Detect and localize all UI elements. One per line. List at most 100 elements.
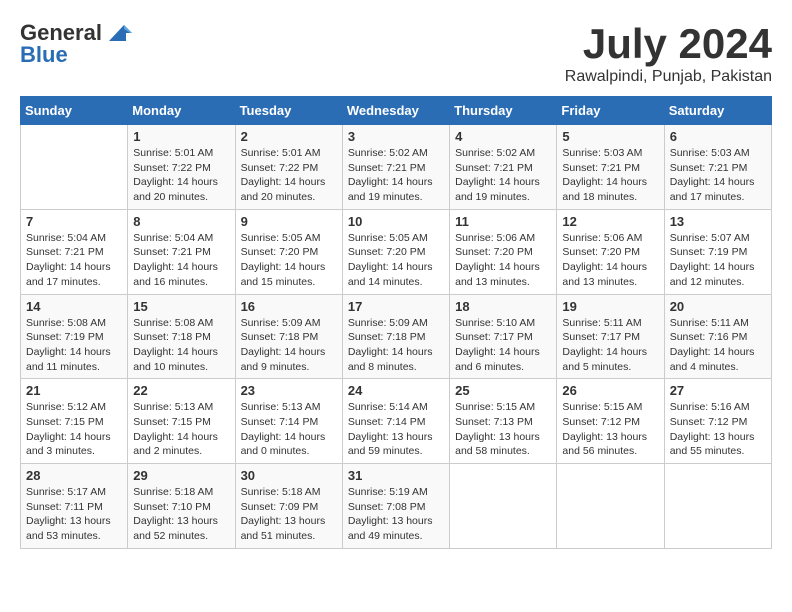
day-number: 13 bbox=[670, 214, 766, 229]
calendar-cell: 28 Sunrise: 5:17 AM Sunset: 7:11 PM Dayli… bbox=[21, 464, 128, 549]
day-info: Sunrise: 5:04 AM Sunset: 7:21 PM Dayligh… bbox=[26, 231, 122, 290]
day-number: 24 bbox=[348, 383, 444, 398]
day-info: Sunrise: 5:13 AM Sunset: 7:14 PM Dayligh… bbox=[241, 400, 337, 459]
day-info: Sunrise: 5:12 AM Sunset: 7:15 PM Dayligh… bbox=[26, 400, 122, 459]
day-info: Sunrise: 5:14 AM Sunset: 7:14 PM Dayligh… bbox=[348, 400, 444, 459]
month-title: July 2024 bbox=[565, 20, 772, 68]
calendar-cell: 19Sunrise: 5:11 AM Sunset: 7:17 PM Dayli… bbox=[557, 294, 664, 379]
day-info: Sunrise: 5:16 AM Sunset: 7:12 PM Dayligh… bbox=[670, 400, 766, 459]
calendar-cell: 5Sunrise: 5:03 AM Sunset: 7:21 PM Daylig… bbox=[557, 125, 664, 210]
logo-icon bbox=[104, 23, 134, 43]
day-info: Sunrise: 5:11 AM Sunset: 7:16 PM Dayligh… bbox=[670, 316, 766, 375]
title-area: July 2024 Rawalpindi, Punjab, Pakistan bbox=[565, 20, 772, 86]
day-number: 25 bbox=[455, 383, 551, 398]
location-title: Rawalpindi, Punjab, Pakistan bbox=[565, 68, 772, 86]
calendar-cell: 2 Sunrise: 5:01 AM Sunset: 7:22 PM Daylig… bbox=[235, 125, 342, 210]
header-cell-thursday: Thursday bbox=[450, 97, 557, 125]
day-number: 4 bbox=[455, 129, 551, 144]
day-number: 26 bbox=[562, 383, 658, 398]
day-number: 31 bbox=[348, 468, 444, 483]
day-number: 2 bbox=[241, 129, 337, 144]
calendar-cell bbox=[450, 464, 557, 549]
day-number: 28 bbox=[26, 468, 122, 483]
logo: General Blue bbox=[20, 20, 134, 68]
header-cell-sunday: Sunday bbox=[21, 97, 128, 125]
week-row-1: 7 Sunrise: 5:04 AM Sunset: 7:21 PM Daylig… bbox=[21, 209, 772, 294]
header-cell-saturday: Saturday bbox=[664, 97, 771, 125]
day-number: 6 bbox=[670, 129, 766, 144]
week-row-4: 28 Sunrise: 5:17 AM Sunset: 7:11 PM Dayli… bbox=[21, 464, 772, 549]
day-info: Sunrise: 5:07 AM Sunset: 7:19 PM Dayligh… bbox=[670, 231, 766, 290]
day-number: 27 bbox=[670, 383, 766, 398]
day-number: 8 bbox=[133, 214, 229, 229]
calendar-cell: 1Sunrise: 5:01 AM Sunset: 7:22 PM Daylig… bbox=[128, 125, 235, 210]
calendar-cell: 4 Sunrise: 5:02 AM Sunset: 7:21 PM Daylig… bbox=[450, 125, 557, 210]
day-info: Sunrise: 5:06 AM Sunset: 7:20 PM Dayligh… bbox=[562, 231, 658, 290]
calendar-cell: 12 Sunrise: 5:06 AM Sunset: 7:20 PM Dayli… bbox=[557, 209, 664, 294]
day-info: Sunrise: 5:10 AM Sunset: 7:17 PM Dayligh… bbox=[455, 316, 551, 375]
calendar-table: SundayMondayTuesdayWednesdayThursdayFrid… bbox=[20, 96, 772, 549]
day-number: 16 bbox=[241, 299, 337, 314]
calendar-cell: 21 Sunrise: 5:12 AM Sunset: 7:15 PM Dayli… bbox=[21, 379, 128, 464]
day-info: Sunrise: 5:18 AM Sunset: 7:09 PM Dayligh… bbox=[241, 485, 337, 544]
day-number: 19 bbox=[562, 299, 658, 314]
calendar-cell: 23 Sunrise: 5:13 AM Sunset: 7:14 PM Dayli… bbox=[235, 379, 342, 464]
header-cell-monday: Monday bbox=[128, 97, 235, 125]
day-info: Sunrise: 5:08 AM Sunset: 7:19 PM Dayligh… bbox=[26, 316, 122, 375]
day-info: Sunrise: 5:09 AM Sunset: 7:18 PM Dayligh… bbox=[241, 316, 337, 375]
calendar-cell: 20 Sunrise: 5:11 AM Sunset: 7:16 PM Dayli… bbox=[664, 294, 771, 379]
calendar-cell: 10Sunrise: 5:05 AM Sunset: 7:20 PM Dayli… bbox=[342, 209, 449, 294]
day-number: 23 bbox=[241, 383, 337, 398]
day-info: Sunrise: 5:09 AM Sunset: 7:18 PM Dayligh… bbox=[348, 316, 444, 375]
logo-blue-text: Blue bbox=[20, 42, 68, 68]
day-info: Sunrise: 5:05 AM Sunset: 7:20 PM Dayligh… bbox=[348, 231, 444, 290]
calendar-cell: 22 Sunrise: 5:13 AM Sunset: 7:15 PM Dayli… bbox=[128, 379, 235, 464]
calendar-header: SundayMondayTuesdayWednesdayThursdayFrid… bbox=[21, 97, 772, 125]
day-info: Sunrise: 5:15 AM Sunset: 7:12 PM Dayligh… bbox=[562, 400, 658, 459]
calendar-cell: 16 Sunrise: 5:09 AM Sunset: 7:18 PM Dayli… bbox=[235, 294, 342, 379]
calendar-cell: 17Sunrise: 5:09 AM Sunset: 7:18 PM Dayli… bbox=[342, 294, 449, 379]
day-info: Sunrise: 5:18 AM Sunset: 7:10 PM Dayligh… bbox=[133, 485, 229, 544]
calendar-cell: 30Sunrise: 5:18 AM Sunset: 7:09 PM Dayli… bbox=[235, 464, 342, 549]
day-info: Sunrise: 5:06 AM Sunset: 7:20 PM Dayligh… bbox=[455, 231, 551, 290]
calendar-cell: 25 Sunrise: 5:15 AM Sunset: 7:13 PM Dayli… bbox=[450, 379, 557, 464]
day-info: Sunrise: 5:01 AM Sunset: 7:22 PM Dayligh… bbox=[133, 146, 229, 205]
day-info: Sunrise: 5:17 AM Sunset: 7:11 PM Dayligh… bbox=[26, 485, 122, 544]
day-number: 12 bbox=[562, 214, 658, 229]
calendar-cell: 9Sunrise: 5:05 AM Sunset: 7:20 PM Daylig… bbox=[235, 209, 342, 294]
week-row-2: 14 Sunrise: 5:08 AM Sunset: 7:19 PM Dayli… bbox=[21, 294, 772, 379]
day-info: Sunrise: 5:02 AM Sunset: 7:21 PM Dayligh… bbox=[455, 146, 551, 205]
calendar-cell: 27 Sunrise: 5:16 AM Sunset: 7:12 PM Dayli… bbox=[664, 379, 771, 464]
calendar-cell: 26 Sunrise: 5:15 AM Sunset: 7:12 PM Dayli… bbox=[557, 379, 664, 464]
day-number: 22 bbox=[133, 383, 229, 398]
day-number: 7 bbox=[26, 214, 122, 229]
week-row-3: 21 Sunrise: 5:12 AM Sunset: 7:15 PM Dayli… bbox=[21, 379, 772, 464]
week-row-0: 1Sunrise: 5:01 AM Sunset: 7:22 PM Daylig… bbox=[21, 125, 772, 210]
day-number: 9 bbox=[241, 214, 337, 229]
day-info: Sunrise: 5:15 AM Sunset: 7:13 PM Dayligh… bbox=[455, 400, 551, 459]
calendar-cell: 31 Sunrise: 5:19 AM Sunset: 7:08 PM Dayli… bbox=[342, 464, 449, 549]
day-info: Sunrise: 5:02 AM Sunset: 7:21 PM Dayligh… bbox=[348, 146, 444, 205]
calendar-cell: 15Sunrise: 5:08 AM Sunset: 7:18 PM Dayli… bbox=[128, 294, 235, 379]
day-info: Sunrise: 5:13 AM Sunset: 7:15 PM Dayligh… bbox=[133, 400, 229, 459]
calendar-cell: 8 Sunrise: 5:04 AM Sunset: 7:21 PM Daylig… bbox=[128, 209, 235, 294]
day-number: 20 bbox=[670, 299, 766, 314]
calendar-cell: 6Sunrise: 5:03 AM Sunset: 7:21 PM Daylig… bbox=[664, 125, 771, 210]
calendar-cell: 14 Sunrise: 5:08 AM Sunset: 7:19 PM Dayli… bbox=[21, 294, 128, 379]
day-info: Sunrise: 5:04 AM Sunset: 7:21 PM Dayligh… bbox=[133, 231, 229, 290]
calendar-cell: 11Sunrise: 5:06 AM Sunset: 7:20 PM Dayli… bbox=[450, 209, 557, 294]
calendar-cell: 3 Sunrise: 5:02 AM Sunset: 7:21 PM Daylig… bbox=[342, 125, 449, 210]
day-number: 21 bbox=[26, 383, 122, 398]
day-number: 18 bbox=[455, 299, 551, 314]
day-number: 14 bbox=[26, 299, 122, 314]
calendar-cell: 24 Sunrise: 5:14 AM Sunset: 7:14 PM Dayli… bbox=[342, 379, 449, 464]
day-info: Sunrise: 5:03 AM Sunset: 7:21 PM Dayligh… bbox=[562, 146, 658, 205]
header-cell-wednesday: Wednesday bbox=[342, 97, 449, 125]
calendar-cell: 29Sunrise: 5:18 AM Sunset: 7:10 PM Dayli… bbox=[128, 464, 235, 549]
day-info: Sunrise: 5:01 AM Sunset: 7:22 PM Dayligh… bbox=[241, 146, 337, 205]
day-number: 3 bbox=[348, 129, 444, 144]
day-info: Sunrise: 5:19 AM Sunset: 7:08 PM Dayligh… bbox=[348, 485, 444, 544]
calendar-cell: 18 Sunrise: 5:10 AM Sunset: 7:17 PM Dayli… bbox=[450, 294, 557, 379]
day-number: 15 bbox=[133, 299, 229, 314]
header-cell-tuesday: Tuesday bbox=[235, 97, 342, 125]
